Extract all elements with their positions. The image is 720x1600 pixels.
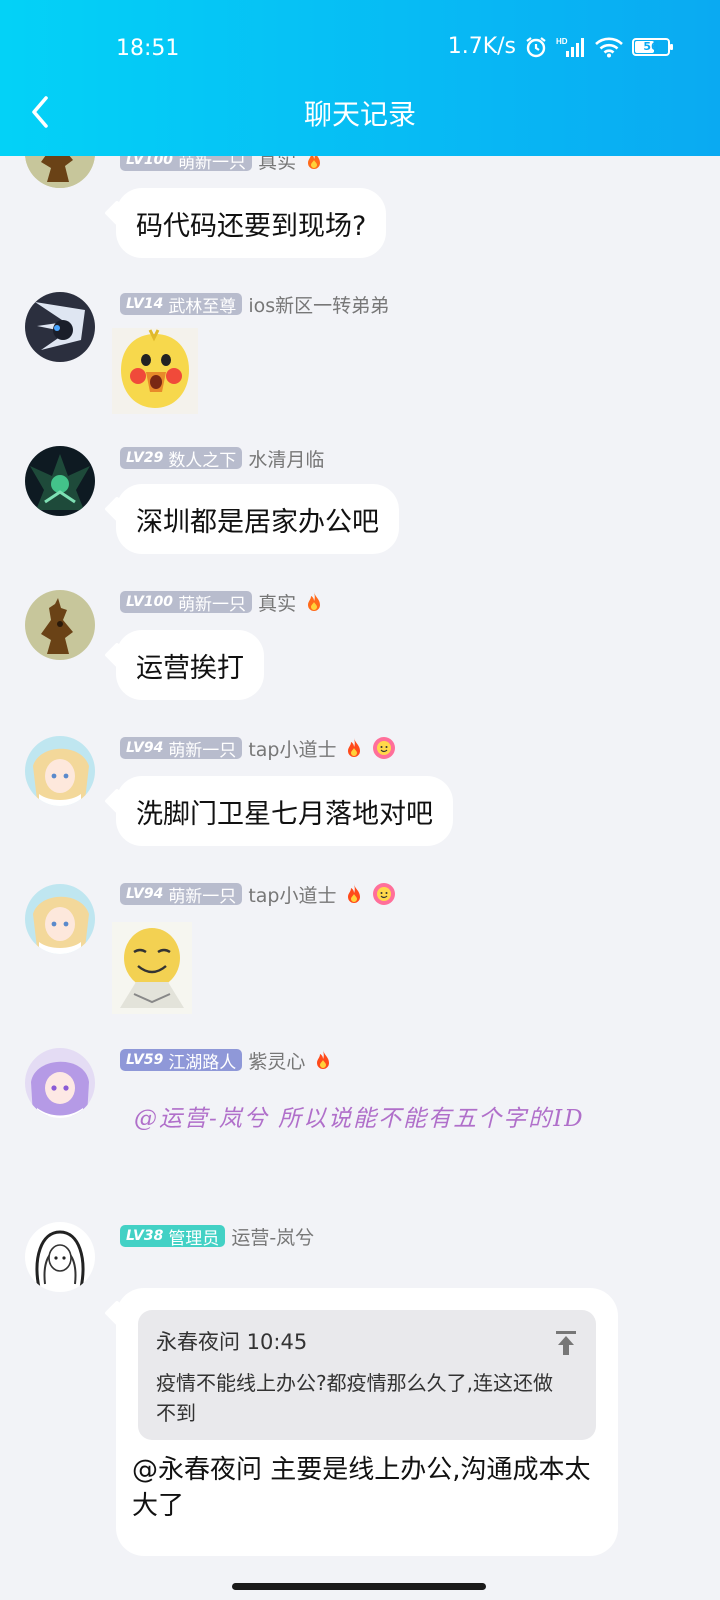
level-badge: LV94 萌新一只 (120, 883, 243, 907)
avatar[interactable] (25, 1222, 95, 1292)
smug-face-sticker[interactable] (112, 922, 192, 1018)
fire-icon (302, 590, 326, 614)
svg-text:HD: HD (556, 37, 568, 46)
message-meta: LV38 管理员 运营-岚兮 (120, 1223, 314, 1250)
message-meta: LV59 江湖路人 紫灵心 (120, 1047, 335, 1074)
sender-nickname[interactable]: 运营-岚兮 (231, 1223, 314, 1250)
message-bubble[interactable]: 码代码还要到现场? (116, 188, 387, 258)
message-meta: LV94 萌新一只 tap小道士 (120, 735, 396, 762)
special-message-text[interactable]: @运营-岚兮 所以说能不能有五个字的ID (134, 1100, 604, 1138)
avatar[interactable] (25, 446, 95, 516)
avatar[interactable] (25, 736, 95, 806)
message-bubble[interactable]: 洗脚门卫星七月落地对吧 (116, 776, 453, 846)
flower-icon (372, 736, 396, 760)
net-speed: 1.7K/s (447, 34, 516, 59)
shocked-duck-sticker[interactable] (112, 328, 198, 418)
level-badge: LV59 江湖路人 (120, 1049, 243, 1073)
sender-nickname[interactable]: 真实 (258, 589, 296, 616)
level-badge: LV38 管理员 (120, 1225, 226, 1249)
sender-nickname[interactable]: 紫灵心 (248, 1047, 305, 1074)
avatar[interactable] (25, 884, 95, 954)
message-bubble[interactable]: 运营挨打 (116, 630, 264, 700)
avatar[interactable] (25, 590, 95, 660)
level-badge: LV100 萌新一只 (120, 591, 253, 615)
level-badge: LV94 萌新一只 (120, 737, 243, 761)
quoted-author-time: 永春夜问 10:45 (156, 1330, 308, 1354)
status-time: 18:51 (116, 36, 180, 61)
battery-level: 56 (643, 40, 659, 53)
message-meta: LV94 萌新一只 tap小道士 (120, 881, 396, 908)
quoted-message[interactable]: 永春夜问 10:45 疫情不能线上办公?都疫情那么久了,连这还做不到 (138, 1310, 596, 1440)
status-icons: 1.7K/s HD 56 (447, 34, 673, 59)
quoted-text: 疫情不能线上办公?都疫情那么久了,连这还做不到 (156, 1371, 553, 1425)
battery-icon: 56 (632, 37, 673, 56)
page-title: 聊天记录 (303, 98, 416, 131)
sender-nickname[interactable]: tap小道士 (248, 735, 336, 762)
jump-to-top-icon[interactable] (554, 1330, 578, 1356)
level-badge: LV29 数人之下 (120, 447, 243, 471)
message-meta: LV100 萌新一只 真实 (120, 589, 326, 616)
hd-signal-icon: HD (556, 35, 586, 59)
message-meta: LV29 数人之下 水清月临 (120, 445, 324, 472)
home-indicator[interactable] (232, 1583, 486, 1590)
message-bubble[interactable]: 深圳都是居家办公吧 (116, 484, 399, 554)
fire-icon (342, 736, 366, 760)
avatar[interactable] (25, 1048, 95, 1118)
message-meta: LV14 武林至尊 ios新区一转弟弟 (120, 291, 389, 318)
fire-icon (311, 1048, 335, 1072)
sender-nickname[interactable]: tap小道士 (248, 881, 336, 908)
reply-text: @永春夜问 主要是线上办公,沟通成本太大了 (132, 1455, 591, 1521)
app-header: 18:51 1.7K/s HD 56 聊天记录 (0, 0, 720, 156)
sender-nickname[interactable]: 水清月临 (248, 445, 324, 472)
avatar[interactable] (25, 292, 95, 362)
level-badge: LV14 武林至尊 (120, 293, 243, 317)
fire-icon (342, 882, 366, 906)
reply-message-bubble[interactable]: 永春夜问 10:45 疫情不能线上办公?都疫情那么久了,连这还做不到 @永春夜问… (116, 1288, 618, 1556)
alarm-icon (524, 35, 548, 59)
wifi-icon (594, 36, 624, 58)
sender-nickname[interactable]: ios新区一转弟弟 (248, 291, 389, 318)
flower-icon (372, 882, 396, 906)
